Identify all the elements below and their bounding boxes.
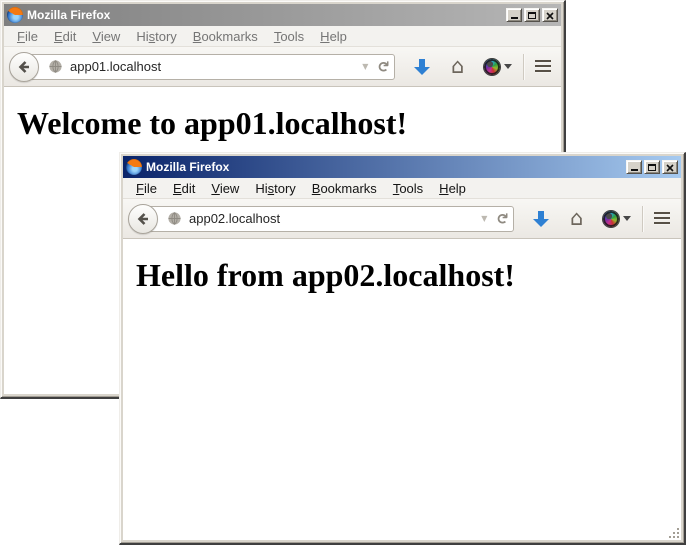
page-heading: Welcome to app01.localhost! bbox=[17, 105, 561, 142]
titlebar[interactable]: Mozilla Firefox bbox=[4, 4, 561, 26]
menu-edit[interactable]: Edit bbox=[167, 180, 201, 197]
url-bar[interactable]: app01.localhost ▼ ↻ bbox=[23, 54, 395, 80]
firefox-logo-icon bbox=[126, 159, 142, 175]
menu-help[interactable]: Help bbox=[433, 180, 472, 197]
menu-bookmarks[interactable]: Bookmarks bbox=[306, 180, 383, 197]
maximize-icon bbox=[528, 12, 536, 19]
desktop: Mozilla Firefox File Edit View History B… bbox=[0, 0, 688, 551]
download-arrow-head bbox=[533, 219, 549, 227]
menu-view[interactable]: View bbox=[86, 28, 126, 45]
minimize-icon bbox=[511, 17, 518, 19]
addon-lens-icon[interactable] bbox=[603, 211, 619, 227]
menu-file[interactable]: File bbox=[11, 28, 44, 45]
page-heading: Hello from app02.localhost! bbox=[136, 257, 681, 294]
window-title: Mozilla Firefox bbox=[146, 160, 624, 174]
addon-dropdown-icon[interactable] bbox=[504, 64, 512, 69]
download-button[interactable] bbox=[532, 211, 550, 227]
menu-tools[interactable]: Tools bbox=[268, 28, 310, 45]
close-icon bbox=[666, 164, 674, 172]
maximize-button[interactable] bbox=[644, 160, 660, 174]
minimize-icon bbox=[631, 169, 638, 171]
firefox-logo-icon bbox=[7, 7, 23, 23]
download-arrow-shaft bbox=[419, 59, 425, 67]
reload-icon[interactable]: ↻ bbox=[375, 60, 390, 73]
navigation-toolbar: app02.localhost ▼ ↻ ⌂ bbox=[123, 199, 681, 239]
navigation-toolbar: app01.localhost ▼ ↻ ⌂ bbox=[4, 47, 561, 87]
close-icon bbox=[546, 12, 554, 20]
url-text[interactable]: app02.localhost bbox=[189, 211, 481, 226]
download-arrow-shaft bbox=[538, 211, 544, 219]
window-title: Mozilla Firefox bbox=[27, 8, 504, 22]
menubar: File Edit View History Bookmarks Tools H… bbox=[4, 26, 561, 47]
globe-icon bbox=[167, 211, 182, 226]
reload-icon[interactable]: ↻ bbox=[494, 212, 509, 225]
url-text[interactable]: app01.localhost bbox=[70, 59, 362, 74]
browser-window-app02: Mozilla Firefox File Edit View History B… bbox=[119, 152, 686, 545]
addon-dropdown-icon[interactable] bbox=[623, 216, 631, 221]
close-button[interactable] bbox=[662, 160, 678, 174]
download-arrow-head bbox=[414, 67, 430, 75]
hamburger-menu-button[interactable] bbox=[535, 60, 551, 73]
url-history-dropdown-icon[interactable]: ▼ bbox=[481, 214, 487, 223]
menu-tools[interactable]: Tools bbox=[387, 180, 429, 197]
menu-help[interactable]: Help bbox=[314, 28, 353, 45]
titlebar[interactable]: Mozilla Firefox bbox=[123, 156, 681, 178]
url-bar[interactable]: app02.localhost ▼ ↻ bbox=[142, 206, 514, 232]
menu-history[interactable]: History bbox=[130, 28, 182, 45]
minimize-button[interactable] bbox=[626, 160, 642, 174]
url-history-dropdown-icon[interactable]: ▼ bbox=[362, 62, 368, 71]
menu-bookmarks[interactable]: Bookmarks bbox=[187, 28, 264, 45]
menu-view[interactable]: View bbox=[205, 180, 245, 197]
toolbar-separator bbox=[523, 54, 524, 80]
close-button[interactable] bbox=[542, 8, 558, 22]
minimize-button[interactable] bbox=[506, 8, 522, 22]
menu-file[interactable]: File bbox=[130, 180, 163, 197]
maximize-icon bbox=[648, 164, 656, 171]
globe-icon bbox=[48, 59, 63, 74]
back-button[interactable] bbox=[9, 52, 39, 82]
toolbar-separator bbox=[642, 206, 643, 232]
home-button[interactable]: ⌂ bbox=[570, 208, 583, 229]
home-button[interactable]: ⌂ bbox=[451, 56, 464, 77]
download-button[interactable] bbox=[413, 59, 431, 75]
maximize-button[interactable] bbox=[524, 8, 540, 22]
back-button[interactable] bbox=[128, 204, 158, 234]
menu-history[interactable]: History bbox=[249, 180, 301, 197]
menu-edit[interactable]: Edit bbox=[48, 28, 82, 45]
resize-grip[interactable] bbox=[667, 526, 680, 539]
hamburger-menu-button[interactable] bbox=[654, 212, 670, 225]
menubar: File Edit View History Bookmarks Tools H… bbox=[123, 178, 681, 199]
addon-lens-icon[interactable] bbox=[484, 59, 500, 75]
page-content: Hello from app02.localhost! bbox=[123, 239, 681, 540]
back-arrow-icon bbox=[135, 211, 151, 227]
back-arrow-icon bbox=[16, 59, 32, 75]
